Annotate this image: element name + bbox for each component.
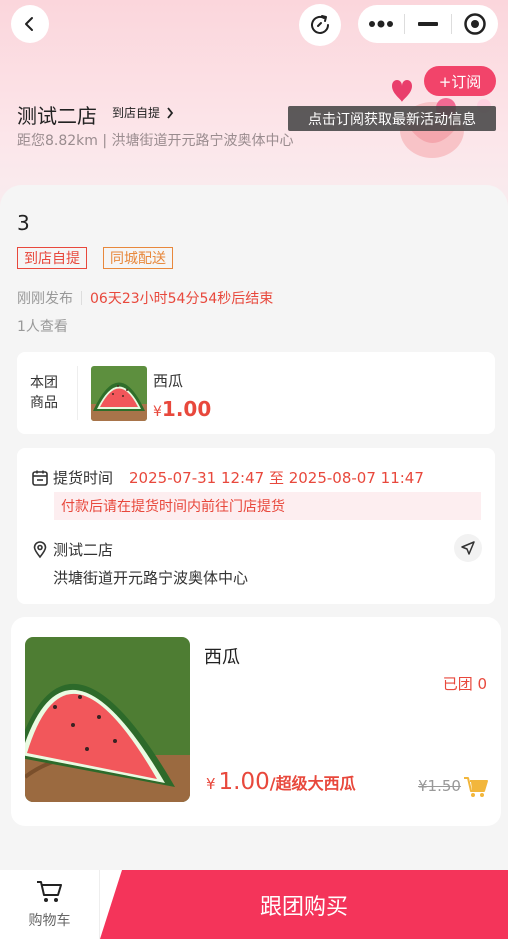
back-icon — [25, 17, 33, 31]
cart-button[interactable]: 购物车 — [0, 870, 100, 939]
item-price: ¥ 1.00 /超级大西瓜 — [206, 769, 356, 795]
divider — [77, 366, 78, 420]
currency-symbol: ¥ — [153, 404, 162, 420]
join-buy-button[interactable]: 跟团购买 — [100, 870, 508, 939]
close-target-icon — [464, 13, 486, 35]
chevron-right-icon — [167, 106, 174, 119]
tag-pickup: 到店自提 — [17, 247, 87, 269]
store-name: 测试二店 — [17, 104, 97, 128]
pickup-address-row: 洪塘街道开元路宁波奥体中心 — [53, 567, 248, 588]
pickup-tag-link[interactable]: 到店自提 — [112, 104, 174, 121]
tag-delivery: 同城配送 — [103, 247, 173, 269]
group-title: 3 — [17, 211, 30, 235]
pickup-info-card: 提货时间 2025-07-31 12:47 至 2025-08-07 11:47… — [17, 448, 495, 604]
pickup-store-row: 测试二店 — [31, 539, 113, 560]
bottom-bar: 购物车 跟团购买 — [0, 870, 508, 939]
pickup-store-name: 测试二店 — [53, 541, 114, 559]
pickup-time-range: 2025-07-31 12:47 至 2025-08-07 11:47 — [129, 469, 424, 487]
pickup-time-row: 提货时间 2025-07-31 12:47 至 2025-08-07 11:47 — [31, 467, 424, 488]
product-image — [25, 637, 190, 802]
cart-icon — [36, 880, 62, 902]
joined-count: 已团 0 — [442, 675, 487, 693]
navigate-button[interactable] — [454, 534, 482, 562]
location-pin-icon — [33, 540, 47, 558]
navigate-icon — [461, 541, 475, 555]
pickup-tag-label: 到店自提 — [112, 106, 161, 120]
product-price: ¥ 1.00 — [153, 397, 211, 421]
countdown: 06天23小时54分54秒后结束 — [90, 291, 274, 307]
product-thumbnail — [91, 366, 147, 421]
view-count: 1人查看 — [17, 319, 68, 335]
item-name: 西瓜 — [204, 647, 240, 668]
calendar-icon — [32, 470, 48, 486]
product-name: 西瓜 — [153, 372, 184, 390]
close-button[interactable] — [452, 5, 498, 43]
divider — [81, 291, 82, 305]
group-product-label: 本团商品 — [30, 375, 58, 411]
more-icon — [369, 20, 393, 28]
publish-time: 刚刚发布 — [17, 291, 73, 307]
product-item-card[interactable]: 西瓜 已团 0 ¥ 1.00 /超级大西瓜 ¥1.50 — [11, 617, 501, 826]
minimize-button[interactable] — [405, 5, 451, 43]
pickup-time-label: 提货时间 — [53, 469, 114, 487]
minimize-icon — [418, 22, 438, 26]
price-value: 1.00 — [161, 397, 212, 421]
back-button[interactable] — [11, 5, 49, 43]
subscribe-button[interactable]: +订阅 — [424, 66, 496, 96]
join-buy-label: 跟团购买 — [259, 894, 348, 920]
original-price: ¥1.50 — [418, 777, 461, 795]
store-distance-address: 距您8.82km | 洪塘街道开元路宁波奥体中心 — [17, 133, 294, 149]
pickup-hint: 付款后请在提货时间内前往门店提货 — [54, 492, 481, 520]
price-spec: /超级大西瓜 — [269, 774, 356, 793]
group-product-card[interactable]: 本团商品 西瓜 ¥ 1.00 — [17, 352, 495, 434]
refresh-button[interactable] — [299, 4, 341, 46]
publish-info: 刚刚发布 06天23小时54分54秒后结束 — [17, 288, 273, 308]
pickup-address: 洪塘街道开元路宁波奥体中心 — [53, 569, 249, 587]
subscribe-tooltip: 点击订阅获取最新活动信息 — [288, 106, 496, 131]
mini-program-capsule — [358, 5, 498, 43]
refresh-icon — [311, 15, 329, 34]
cart-add-icon[interactable] — [463, 775, 489, 799]
price-value: 1.00 — [218, 769, 270, 795]
more-button[interactable] — [358, 5, 404, 43]
cart-label: 购物车 — [28, 912, 71, 929]
currency-symbol: ¥ — [206, 775, 216, 793]
